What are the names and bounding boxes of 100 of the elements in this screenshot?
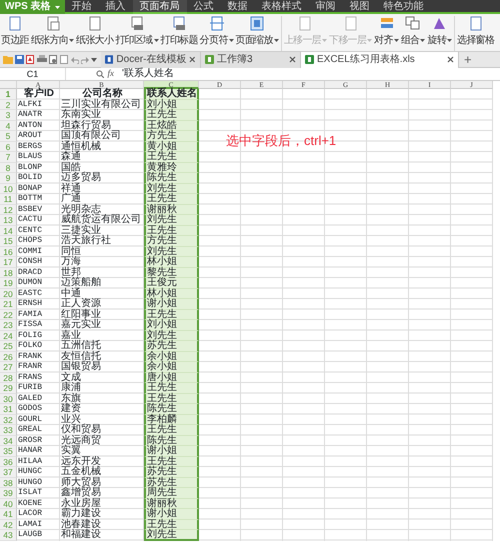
table-cell-text: GOURL <box>17 414 44 425</box>
ribbon-button[interactable]: 选择窗格 <box>456 16 496 51</box>
ribbon-button[interactable]: 打印区域 <box>114 16 160 51</box>
row-number[interactable]: 3 <box>0 110 17 120</box>
row-number[interactable]: 16 <box>0 246 17 257</box>
table-cell-text: GREAL <box>17 425 44 436</box>
row-number[interactable]: 11 <box>0 194 17 204</box>
row-number[interactable]: 24 <box>0 330 17 341</box>
table-cell: 王先生 <box>144 152 199 162</box>
menu-tab[interactable]: 插入 <box>98 0 133 14</box>
row-number[interactable]: 40 <box>0 498 17 509</box>
ribbon-button[interactable]: 纸张大小 <box>75 16 114 51</box>
table-cell-text: BONAP <box>17 184 44 194</box>
printer-icon[interactable] <box>37 55 47 64</box>
row-number[interactable]: 26 <box>0 352 17 362</box>
row-number[interactable]: 39 <box>0 488 17 498</box>
row-number[interactable]: 34 <box>0 436 17 446</box>
row-number[interactable]: 41 <box>0 509 17 520</box>
row-number[interactable]: 2 <box>0 100 17 110</box>
menu-tab[interactable]: 页面布局 <box>132 0 187 14</box>
row-number[interactable]: 33 <box>0 425 17 436</box>
row-number[interactable]: 29 <box>0 383 17 394</box>
table-cell: 王先生 <box>144 425 199 436</box>
function-button[interactable]: fx <box>108 67 114 81</box>
close-icon[interactable] <box>447 56 454 63</box>
row-number[interactable]: 19 <box>0 278 17 288</box>
row-number[interactable]: 17 <box>0 257 17 268</box>
cell-reference-field[interactable]: C1 <box>0 68 66 80</box>
row-number[interactable]: 7 <box>0 152 17 162</box>
menu-tab[interactable]: 开始 <box>64 0 99 14</box>
ribbon-button[interactable]: 页边距 <box>0 16 30 51</box>
table-cell: 王先生 <box>144 194 199 204</box>
close-icon[interactable] <box>189 56 196 63</box>
row-number[interactable]: 14 <box>0 226 17 236</box>
ribbon-button[interactable]: 分页符 <box>198 16 235 51</box>
table-cell: 苏先生 <box>144 467 199 478</box>
row-number[interactable]: 32 <box>0 414 17 425</box>
ribbon-button[interactable]: 打印标题 <box>160 16 199 51</box>
row-number[interactable]: 5 <box>0 131 17 142</box>
menu-tab[interactable]: 审阅 <box>308 0 343 14</box>
menu-tab[interactable]: 数据 <box>220 0 255 14</box>
ribbon-button[interactable]: 旋转 <box>426 16 454 51</box>
ribbon-button[interactable]: 组合 <box>400 16 426 51</box>
row-number[interactable]: 21 <box>0 299 17 310</box>
ribbon-button[interactable]: 纸张方向 <box>30 16 76 51</box>
row-number[interactable]: 38 <box>0 478 17 488</box>
ribbon-button[interactable]: 页面缩放 <box>234 16 280 51</box>
app-menu-button[interactable]: WPS 表格 <box>0 0 65 14</box>
document-tab[interactable]: 工作簿3 <box>201 52 301 68</box>
formula-field[interactable]: '联系人姓名 <box>118 68 174 80</box>
row-number[interactable]: 13 <box>0 215 17 226</box>
row-number[interactable]: 37 <box>0 467 17 478</box>
table-cell-text: 五金机械 <box>60 467 102 477</box>
row-number[interactable]: 25 <box>0 341 17 352</box>
row-number[interactable]: 18 <box>0 268 17 278</box>
row-number[interactable]: 15 <box>0 236 17 246</box>
row-number[interactable]: 22 <box>0 310 17 320</box>
row-number[interactable]: 20 <box>0 288 17 299</box>
row-number[interactable]: 1 <box>0 89 17 100</box>
row-number[interactable]: 4 <box>0 120 17 131</box>
row-number[interactable]: 28 <box>0 372 17 383</box>
document-tab[interactable]: EXCEL练习用表格.xls <box>301 52 459 68</box>
row-number[interactable]: 8 <box>0 162 17 173</box>
table-cell-text: 迈策船舶 <box>60 278 102 288</box>
row-number[interactable]: 9 <box>0 173 17 184</box>
zoom-icon[interactable] <box>96 70 104 78</box>
menu-tab[interactable]: 公式 <box>186 0 221 14</box>
table-cell-text: FAMIA <box>17 310 44 320</box>
ribbon-button[interactable]: 对齐 <box>373 16 400 51</box>
document-icon[interactable] <box>60 55 69 64</box>
row-number[interactable]: 12 <box>0 204 17 215</box>
table-cell-text: ERNSH <box>17 299 44 310</box>
table-cell-text: AROUT <box>17 131 44 142</box>
row-number[interactable]: 36 <box>0 456 17 467</box>
table-cell-text: 三捷实业 <box>60 226 101 236</box>
caret-icon[interactable] <box>91 58 97 62</box>
row-number[interactable]: 23 <box>0 320 17 330</box>
close-icon[interactable] <box>289 56 296 63</box>
row-number[interactable]: 31 <box>0 404 17 414</box>
table-cell-text: HANAR <box>17 446 44 456</box>
document-tab[interactable]: Docer-在线模板 <box>101 52 201 68</box>
menu-tab[interactable]: 表格样式 <box>254 0 309 14</box>
pdf-icon[interactable] <box>26 55 35 64</box>
table-cell-text: LACOR <box>17 509 44 520</box>
row-number[interactable]: 30 <box>0 394 17 404</box>
new-tab-button[interactable]: + <box>459 52 477 66</box>
row-number[interactable]: 42 <box>0 520 17 530</box>
row-number[interactable]: 43 <box>0 530 17 540</box>
row-number[interactable]: 27 <box>0 362 17 372</box>
table-cell-text: 同恒 <box>60 246 82 256</box>
save-icon[interactable] <box>15 55 24 64</box>
row-number[interactable]: 35 <box>0 446 17 456</box>
table-cell: 余小姐 <box>144 352 199 362</box>
preview-icon[interactable] <box>49 55 58 64</box>
menu-tab[interactable]: 特色功能 <box>376 0 431 14</box>
row-number[interactable]: 10 <box>0 184 17 194</box>
menu-tab[interactable]: 视图 <box>342 0 377 14</box>
row-number[interactable]: 6 <box>0 142 17 152</box>
table-cell: 谢丽秋 <box>144 204 199 215</box>
table-cell: 谢丽秋 <box>144 498 199 509</box>
